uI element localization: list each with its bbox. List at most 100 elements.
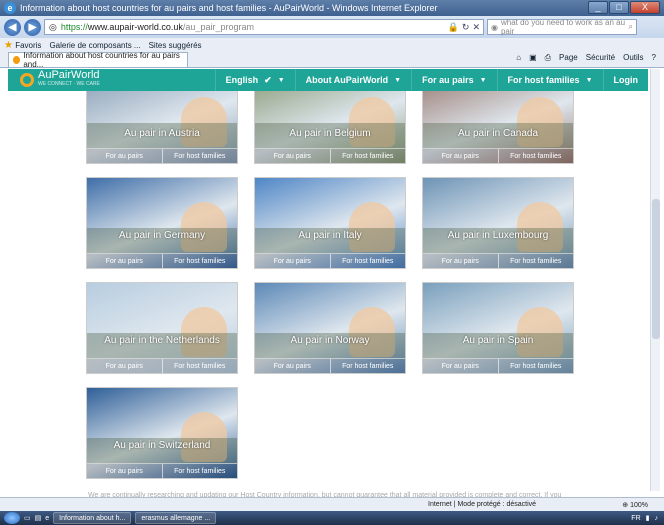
- card-actions: For au pairs For host families: [255, 253, 405, 268]
- chevron-down-icon: ▼: [585, 76, 593, 84]
- card-actions: For au pairs For host families: [87, 148, 237, 163]
- for-host-families-link[interactable]: For host families: [497, 254, 574, 268]
- star-icon: ★: [4, 39, 13, 51]
- chevron-down-icon: ▼: [479, 76, 487, 84]
- for-au-pairs-link[interactable]: For au pairs: [423, 359, 498, 373]
- ie-taskbar-icon[interactable]: e: [45, 515, 49, 522]
- for-au-pairs-link[interactable]: For au pairs: [255, 254, 330, 268]
- zoom-level[interactable]: ⊕ 100%: [622, 501, 664, 509]
- for-host-families-link[interactable]: For host families: [161, 464, 238, 478]
- for-au-pairs-link[interactable]: For au pairs: [423, 149, 498, 163]
- checkmark-icon: ✔: [264, 74, 272, 85]
- page-menu[interactable]: Page: [559, 53, 578, 63]
- for-au-pairs-link[interactable]: For au pairs: [87, 359, 162, 373]
- search-engine-icon: ◉: [491, 22, 498, 32]
- country-card-title[interactable]: Au pair in Norway: [255, 335, 405, 346]
- tools-menu[interactable]: Outils: [623, 53, 643, 63]
- country-card-title[interactable]: Au pair in Austria: [87, 128, 237, 139]
- site-favicon-icon: [13, 56, 21, 64]
- print-icon[interactable]: ⎙: [545, 53, 551, 63]
- minimize-button[interactable]: _: [588, 1, 608, 14]
- country-card-title[interactable]: Au pair in Italy: [255, 230, 405, 241]
- nav-for-au-pairs[interactable]: For au pairs ▼: [411, 69, 496, 91]
- window-controls: _ □ X: [588, 1, 660, 14]
- network-icon[interactable]: ▮: [646, 514, 650, 522]
- country-card[interactable]: Au pair in Norway For au pairs For host fa…: [254, 282, 406, 374]
- favorites-item-gallery[interactable]: Galerie de composants ...: [49, 41, 140, 50]
- country-card-title[interactable]: Au pair in Switzerland: [87, 440, 237, 451]
- scrollbar-thumb[interactable]: [652, 199, 660, 339]
- tab-label: Information about host countries for au …: [23, 51, 180, 69]
- card-actions: For au pairs For host families: [423, 358, 573, 373]
- card-actions: For au pairs For host families: [87, 463, 237, 478]
- stop-icon[interactable]: ✕: [472, 22, 480, 33]
- card-actions: For au pairs For host families: [423, 253, 573, 268]
- card-actions: For au pairs For host families: [423, 148, 573, 163]
- tab-active[interactable]: Information about host countries for au …: [8, 51, 188, 69]
- refresh-icon[interactable]: ↻: [462, 22, 470, 33]
- taskbar-item-ie[interactable]: Information about h...: [53, 512, 132, 524]
- for-host-families-link[interactable]: For host families: [161, 254, 238, 268]
- volume-icon[interactable]: ♪: [655, 515, 659, 522]
- for-host-families-link[interactable]: For host families: [161, 359, 238, 373]
- country-card-title[interactable]: Au pair in Canada: [423, 128, 573, 139]
- window-titlebar: e Information about host countries for a…: [0, 0, 664, 16]
- country-card[interactable]: Au pair in the Netherlands For au pairs Fo…: [86, 282, 238, 374]
- favorites-item-suggested[interactable]: Sites suggérés: [149, 41, 202, 50]
- favorites-button[interactable]: ★ Favoris: [4, 40, 41, 51]
- favorites-bar: ★ Favoris Galerie de composants ... Site…: [0, 38, 664, 52]
- home-icon[interactable]: ⌂: [516, 53, 521, 63]
- forward-arrow-icon[interactable]: ▶: [24, 18, 41, 36]
- for-au-pairs-link[interactable]: For au pairs: [255, 149, 330, 163]
- nav-about[interactable]: About AuPairWorld ▼: [294, 69, 411, 91]
- start-button[interactable]: [4, 512, 20, 524]
- for-au-pairs-link[interactable]: For au pairs: [423, 254, 498, 268]
- maximize-button[interactable]: □: [609, 1, 629, 14]
- country-card[interactable]: Au pair in Austria For au pairs For host f…: [86, 91, 238, 164]
- for-au-pairs-link[interactable]: For au pairs: [87, 149, 162, 163]
- nav-login[interactable]: Login: [602, 69, 649, 91]
- nav-language[interactable]: English ✔ ▼: [214, 69, 295, 91]
- for-host-families-link[interactable]: For host families: [329, 359, 406, 373]
- close-button[interactable]: X: [630, 1, 660, 14]
- card-actions: For au pairs For host families: [87, 358, 237, 373]
- address-bar[interactable]: ◎ https://www.aupair-world.co.uk/au_pair…: [44, 19, 484, 35]
- logo-ring-icon: [20, 73, 34, 87]
- search-placeholder: what do you need to work as an au pair: [500, 18, 626, 36]
- chevron-down-icon: ▼: [394, 76, 402, 84]
- search-input[interactable]: ◉ what do you need to work as an au pair…: [487, 18, 637, 36]
- country-card-title[interactable]: Au pair in Spain: [423, 335, 573, 346]
- back-arrow-icon[interactable]: ◀: [4, 18, 21, 36]
- search-icon[interactable]: ⌕: [629, 22, 636, 32]
- nav-for-host-families[interactable]: For host families ▼: [496, 69, 603, 91]
- taskbar-item-erasmus[interactable]: erasmus allemagne ...: [135, 512, 217, 524]
- country-card[interactable]: Au pair in Luxembourg For au pairs For hos…: [422, 177, 574, 269]
- country-card-title[interactable]: Au pair in Germany: [87, 230, 237, 241]
- country-card[interactable]: Au pair in Italy For au pairs For host fam…: [254, 177, 406, 269]
- country-card[interactable]: Au pair in Germany For au pairs For host f…: [86, 177, 238, 269]
- for-au-pairs-link[interactable]: For au pairs: [255, 359, 330, 373]
- for-host-families-link[interactable]: For host families: [497, 149, 574, 163]
- feeds-icon[interactable]: ▣: [529, 53, 537, 63]
- for-au-pairs-link[interactable]: For au pairs: [87, 464, 162, 478]
- for-host-families-link[interactable]: For host families: [329, 254, 406, 268]
- country-card-title[interactable]: Au pair in the Netherlands: [87, 335, 237, 346]
- page-scrollbar[interactable]: [650, 69, 660, 491]
- for-au-pairs-link[interactable]: For au pairs: [87, 254, 162, 268]
- site-logo[interactable]: AuPairWorld WE CONNECT · WE CARE: [20, 70, 100, 89]
- explorer-icon[interactable]: ▤: [35, 514, 42, 522]
- country-card[interactable]: Au pair in Canada For au pairs For host fa…: [422, 91, 574, 164]
- country-card-title[interactable]: Au pair in Luxembourg: [423, 230, 573, 241]
- security-menu[interactable]: Sécurité: [586, 53, 615, 63]
- help-icon[interactable]: ?: [652, 53, 656, 63]
- country-card[interactable]: Au pair in Switzerland For au pairs For ho…: [86, 387, 238, 479]
- country-card[interactable]: Au pair in Belgium For au pairs For host f…: [254, 91, 406, 164]
- for-host-families-link[interactable]: For host families: [497, 359, 574, 373]
- show-desktop-icon[interactable]: ▭: [24, 514, 31, 522]
- country-card-title[interactable]: Au pair in Belgium: [255, 128, 405, 139]
- for-host-families-link[interactable]: For host families: [161, 149, 238, 163]
- lock-icon[interactable]: 🔒: [448, 22, 459, 33]
- for-host-families-link[interactable]: For host families: [329, 149, 406, 163]
- language-indicator[interactable]: FR: [631, 515, 640, 522]
- country-card[interactable]: Au pair in Spain For au pairs For host fam…: [422, 282, 574, 374]
